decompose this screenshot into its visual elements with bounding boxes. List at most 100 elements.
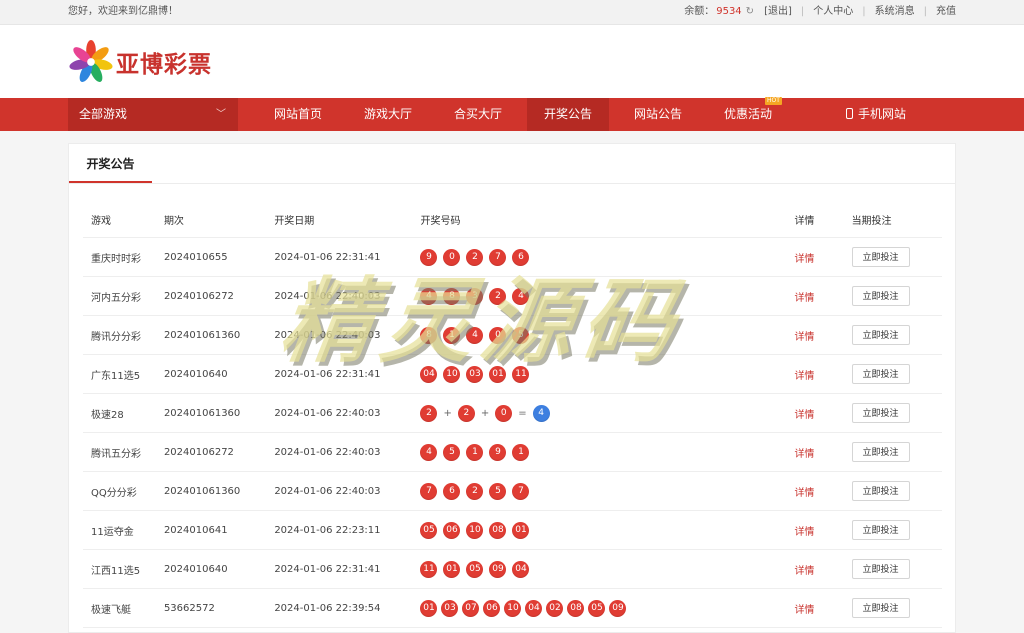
bet-now-button[interactable]: 立即投注 xyxy=(851,559,910,579)
issue-number: 202401061360 xyxy=(163,471,275,511)
winning-numbers: 2 +2 +0 = 4 xyxy=(420,393,795,433)
top-bar: 您好，欢迎来到亿鼎博！ 余额： 9534 ↻ [退出] | 个人中心 | 系统消… xyxy=(0,0,1024,25)
bet-now-button[interactable]: 立即投注 xyxy=(851,286,910,306)
issue-number: 2024010655 xyxy=(163,237,275,277)
game-name: 江西11选5 xyxy=(83,549,164,589)
nav-item-mobile-site[interactable]: 手机网站 xyxy=(836,98,916,131)
detail-link[interactable]: 详情 xyxy=(794,488,814,499)
number-ball: 10 xyxy=(466,521,484,539)
personal-center-link[interactable]: 个人中心 xyxy=(813,0,853,24)
nav-label: 优惠活动 xyxy=(723,107,772,121)
col-issue: 期次 xyxy=(163,201,275,238)
number-ball: 0 xyxy=(489,326,507,344)
winning-numbers: 05 06 10 08 01 xyxy=(420,510,795,550)
bet-now-button[interactable]: 立即投注 xyxy=(851,403,910,423)
logo-text: 亚博彩票 xyxy=(116,51,212,78)
number-ball: 0 xyxy=(495,404,513,422)
bet-now-button[interactable]: 立即投注 xyxy=(851,598,910,618)
all-games-dropdown[interactable]: 全部游戏 ﹀ xyxy=(68,98,238,131)
detail-link[interactable]: 详情 xyxy=(794,371,814,382)
table-header-row: 游戏 期次 开奖日期 开奖号码 详情 当期投注 xyxy=(83,201,942,238)
issue-number: 20240106272 xyxy=(163,276,275,316)
table-row: 11运夺金 2024010641 2024-01-06 22:23:11 05 06 10… xyxy=(83,510,942,550)
sum-ball: 4 xyxy=(532,404,550,422)
number-ball: 5 xyxy=(443,443,461,461)
number-balls: 81405 xyxy=(420,326,794,344)
draw-date: 2024-01-06 22:40:03 xyxy=(274,471,421,511)
site-logo[interactable]: 亚博彩票 xyxy=(68,38,218,86)
number-ball: 05 xyxy=(588,599,606,617)
detail-link[interactable]: 详情 xyxy=(794,332,814,343)
number-ball: 03 xyxy=(441,599,459,617)
table-row: 重庆时时彩 2024010655 2024-01-06 22:31:41 9 0 2 7 6 详… xyxy=(83,237,942,277)
nav-item-home[interactable]: 网站首页 xyxy=(262,98,334,131)
hot-badge: HOT xyxy=(765,97,782,105)
bet-now-button[interactable]: 立即投注 xyxy=(851,481,910,501)
nav-item-announcements[interactable]: 网站公告 xyxy=(622,98,694,131)
bet-now-button[interactable]: 立即投注 xyxy=(851,364,910,384)
winning-numbers: 90276 xyxy=(420,237,795,277)
winning-numbers: 48324 xyxy=(420,276,795,316)
detail-cell: 详情 xyxy=(794,588,852,628)
detail-link[interactable]: 详情 xyxy=(794,293,814,304)
table-row: 极速飞艇 53662572 2024-01-06 22:39:54 01 03 07 06 1… xyxy=(83,588,942,628)
bet-now-button[interactable]: 立即投注 xyxy=(851,247,910,267)
nav-item-group-buy[interactable]: 合买大厅 xyxy=(442,98,514,131)
nav-item-game-hall[interactable]: 游戏大厅 xyxy=(352,98,424,131)
issue-number: 2024010640 xyxy=(163,354,275,394)
number-ball: 04 xyxy=(525,599,543,617)
number-ball: 01 xyxy=(420,599,438,617)
plus-sign: + xyxy=(480,407,490,419)
draw-date: 2024-01-06 22:40:03 xyxy=(274,315,421,355)
game-name: 腾讯分分彩 xyxy=(83,315,164,355)
recharge-link[interactable]: 充值 xyxy=(936,0,956,24)
table-row: 腾讯五分彩 20240106272 2024-01-06 22:40:03 4 5 1 9 1… xyxy=(83,432,942,472)
issue-number: 53662572 xyxy=(163,588,275,628)
divider: | xyxy=(800,6,805,17)
divider: | xyxy=(923,6,927,17)
bet-now-button[interactable]: 立即投注 xyxy=(851,442,910,462)
refresh-icon[interactable]: ↻ xyxy=(746,0,754,24)
nav-item-draw-results[interactable]: 开奖公告 xyxy=(527,98,609,131)
table-row: 河内五分彩 20240106272 2024-01-06 22:40:03 4 8 3 2 4… xyxy=(83,276,942,316)
draw-date: 2024-01-06 22:23:11 xyxy=(274,510,421,550)
nav-label: 网站公告 xyxy=(633,107,682,121)
nav-item-promotions[interactable]: 优惠活动 HOT xyxy=(712,97,784,131)
logout-link[interactable]: [退出] xyxy=(764,0,792,24)
game-name: 河内五分彩 xyxy=(83,276,164,316)
site-header: 亚博彩票 xyxy=(0,25,1024,98)
number-ball: 05 xyxy=(420,521,438,539)
number-ball: 11 xyxy=(512,365,530,383)
detail-cell: 详情 xyxy=(794,510,852,550)
number-ball: 4 xyxy=(420,287,438,305)
number-ball: 9 xyxy=(420,248,438,266)
nav-label: 开奖公告 xyxy=(543,107,592,121)
balance-label: 余额： xyxy=(684,6,715,17)
bet-cell: 立即投注 xyxy=(851,471,942,511)
detail-link[interactable]: 详情 xyxy=(794,449,814,460)
col-game: 游戏 xyxy=(83,201,164,238)
results-table: 游戏 期次 开奖日期 开奖号码 详情 当期投注 重庆时时彩 2024010655 2… xyxy=(83,201,942,628)
number-ball: 08 xyxy=(489,521,507,539)
detail-cell: 详情 xyxy=(794,237,852,277)
draw-results-panel: 开奖公告 游戏 期次 开奖日期 开奖号码 详情 当期投注 重庆时时彩 202401… xyxy=(68,143,956,633)
detail-link[interactable]: 详情 xyxy=(794,254,814,265)
system-messages-link[interactable]: 系统消息 xyxy=(875,0,915,24)
bet-cell: 立即投注 xyxy=(851,549,942,589)
detail-link[interactable]: 详情 xyxy=(794,410,814,421)
number-ball: 03 xyxy=(466,365,484,383)
tab-draw-results[interactable]: 开奖公告 xyxy=(69,144,152,183)
col-date: 开奖日期 xyxy=(274,201,421,238)
number-ball: 09 xyxy=(489,560,507,578)
main-nav: 全部游戏 ﹀ 网站首页 游戏大厅 合买大厅 开奖公告 网站公告 优惠活动 HOT… xyxy=(0,97,1024,131)
detail-link[interactable]: 详情 xyxy=(794,527,814,538)
bet-now-button[interactable]: 立即投注 xyxy=(851,520,910,540)
bet-cell: 立即投注 xyxy=(851,276,942,316)
nav-label: 手机网站 xyxy=(857,107,906,121)
bet-now-button[interactable]: 立即投注 xyxy=(851,325,910,345)
number-ball: 4 xyxy=(512,287,530,305)
detail-link[interactable]: 详情 xyxy=(794,605,814,616)
number-ball: 7 xyxy=(489,248,507,266)
number-ball: 8 xyxy=(443,287,461,305)
detail-link[interactable]: 详情 xyxy=(794,566,814,577)
